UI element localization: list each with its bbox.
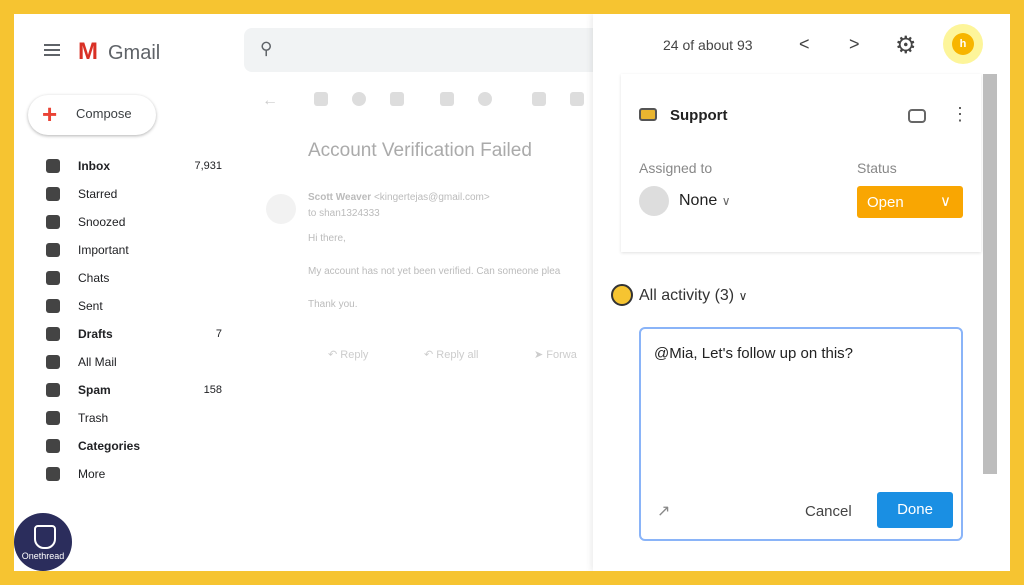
sidebar-item-all-mail[interactable]: All Mail: [28, 348, 228, 376]
sidebar-nav: Inbox 7,931 Starred Snoozed Important Chats Se…: [28, 152, 228, 488]
mail-icon: [46, 355, 60, 369]
report-icon[interactable]: [352, 92, 366, 106]
inbox-icon: [639, 108, 657, 121]
compose-label: Compose: [76, 106, 132, 121]
sidebar-item-label: Important: [78, 243, 129, 257]
sidebar-item-label: Drafts: [78, 327, 113, 341]
sender-email: <kingertejas@gmail.com>: [373, 192, 490, 203]
archive-icon[interactable]: [314, 92, 328, 106]
done-button[interactable]: Done: [877, 492, 953, 528]
prev-button[interactable]: <: [799, 34, 810, 55]
helpdesk-panel: 24 of about 93 < > ⚙ h Support ⋮ Assigne…: [593, 14, 1010, 571]
sidebar-item-categories[interactable]: Categories: [28, 432, 228, 460]
forward-button[interactable]: ➤ Forwa: [534, 348, 577, 376]
send-icon: [46, 299, 60, 313]
sidebar-item-label: Inbox: [78, 159, 110, 173]
label-icon[interactable]: [570, 92, 584, 106]
sidebar-item-chats[interactable]: Chats: [28, 264, 228, 292]
chevron-down-icon: ∨: [940, 193, 951, 210]
open-external-icon[interactable]: ↗: [657, 501, 670, 521]
shared-inbox-name: Support: [670, 107, 728, 124]
gmail-logo[interactable]: M Gmail: [78, 38, 160, 66]
chat-icon: [46, 271, 60, 285]
gear-icon[interactable]: ⚙: [895, 31, 917, 60]
scrollbar[interactable]: [983, 74, 997, 474]
status-label: Status: [857, 160, 897, 176]
sidebar-item-important[interactable]: Important: [28, 236, 228, 264]
email-body: My account has not yet been verified. Ca…: [308, 266, 561, 277]
inbox-icon: [46, 159, 60, 173]
snooze-icon[interactable]: [478, 92, 492, 106]
sidebar-item-label: Starred: [78, 187, 118, 201]
draft-icon: [46, 327, 60, 341]
sidebar-item-label: Spam: [78, 383, 111, 397]
sidebar-item-label: Sent: [78, 299, 103, 313]
reply-all-button[interactable]: ↶ Reply all: [424, 348, 478, 376]
add-task-icon[interactable]: [532, 92, 546, 106]
sidebar-item-count: 7: [215, 328, 222, 340]
sender-name: Scott Weaver: [308, 192, 372, 203]
clock-icon: [46, 215, 60, 229]
gmail-m-icon: M: [78, 38, 98, 65]
sidebar-item-count: 158: [203, 384, 222, 396]
activity-history-icon: [611, 284, 633, 306]
recipient[interactable]: to shan1324333: [308, 208, 380, 219]
label-icon: [46, 439, 60, 453]
sidebar-item-sent[interactable]: Sent: [28, 292, 228, 320]
sidebar-item-drafts[interactable]: Drafts 7: [28, 320, 228, 348]
email-greeting: Hi there,: [308, 233, 346, 244]
sidebar-item-starred[interactable]: Starred: [28, 180, 228, 208]
trash-icon: [46, 411, 60, 425]
delete-icon[interactable]: [390, 92, 404, 106]
sidebar-item-trash[interactable]: Trash: [28, 404, 228, 432]
assigned-label: Assigned to: [639, 160, 713, 176]
sidebar-item-more[interactable]: More: [28, 460, 228, 488]
comment-editor[interactable]: @Mia, Let's follow up on this? ↗ Cancel …: [639, 327, 963, 541]
star-icon: [46, 187, 60, 201]
search-icon: ⚲: [260, 39, 273, 58]
pagination-count: 24 of about 93: [663, 37, 753, 53]
spam-icon: [46, 383, 60, 397]
email-subject: Account Verification Failed: [308, 140, 532, 161]
more-vert-icon[interactable]: ⋮: [951, 104, 969, 125]
compose-button[interactable]: + Compose: [28, 95, 156, 135]
cancel-button[interactable]: Cancel: [805, 503, 852, 520]
sidebar-item-count: 7,931: [194, 160, 222, 172]
activity-toggle[interactable]: All activity (3) ∨: [639, 287, 747, 305]
important-icon: [46, 243, 60, 257]
logo-text: Gmail: [108, 42, 161, 64]
sidebar-item-label: Categories: [78, 439, 141, 453]
ticket-card: Support ⋮ Assigned to Status None ∨ Open…: [621, 74, 981, 252]
plus-icon: +: [42, 99, 58, 129]
reply-button[interactable]: ↶ Reply: [328, 348, 368, 376]
sidebar-item-inbox[interactable]: Inbox 7,931: [28, 152, 228, 180]
sidebar-item-label: Chats: [78, 271, 110, 285]
menu-icon[interactable]: [44, 44, 60, 56]
person-icon: [639, 186, 669, 216]
status-dropdown[interactable]: Open ∨: [857, 186, 963, 218]
sender-avatar: [266, 194, 296, 224]
comment-text[interactable]: @Mia, Let's follow up on this?: [654, 345, 853, 362]
back-icon[interactable]: ←: [262, 92, 278, 109]
sidebar-item-label: Trash: [78, 411, 109, 425]
email-closing: Thank you.: [308, 299, 358, 310]
sidebar-item-label: All Mail: [78, 355, 117, 369]
chevron-down-icon: ∨: [721, 194, 731, 208]
extension-avatar[interactable]: h: [943, 24, 983, 64]
sidebar-toggle-icon[interactable]: [908, 109, 926, 123]
sidebar-item-spam[interactable]: Spam 158: [28, 376, 228, 404]
onethread-watermark: Onethread: [14, 513, 72, 571]
sidebar-item-snoozed[interactable]: Snoozed: [28, 208, 228, 236]
sidebar-item-label: Snoozed: [78, 215, 126, 229]
mark-unread-icon[interactable]: [440, 92, 454, 106]
sidebar-item-label: More: [78, 467, 106, 481]
search-bar[interactable]: ⚲: [244, 28, 604, 72]
next-button[interactable]: >: [849, 34, 860, 55]
screen: M Gmail ⚲ + Compose Inbox 7,931 Starred Snooz…: [14, 14, 1010, 571]
chevron-down-icon: [46, 467, 60, 481]
hiver-icon: h: [952, 33, 974, 55]
assignee-dropdown[interactable]: None ∨: [679, 192, 731, 210]
